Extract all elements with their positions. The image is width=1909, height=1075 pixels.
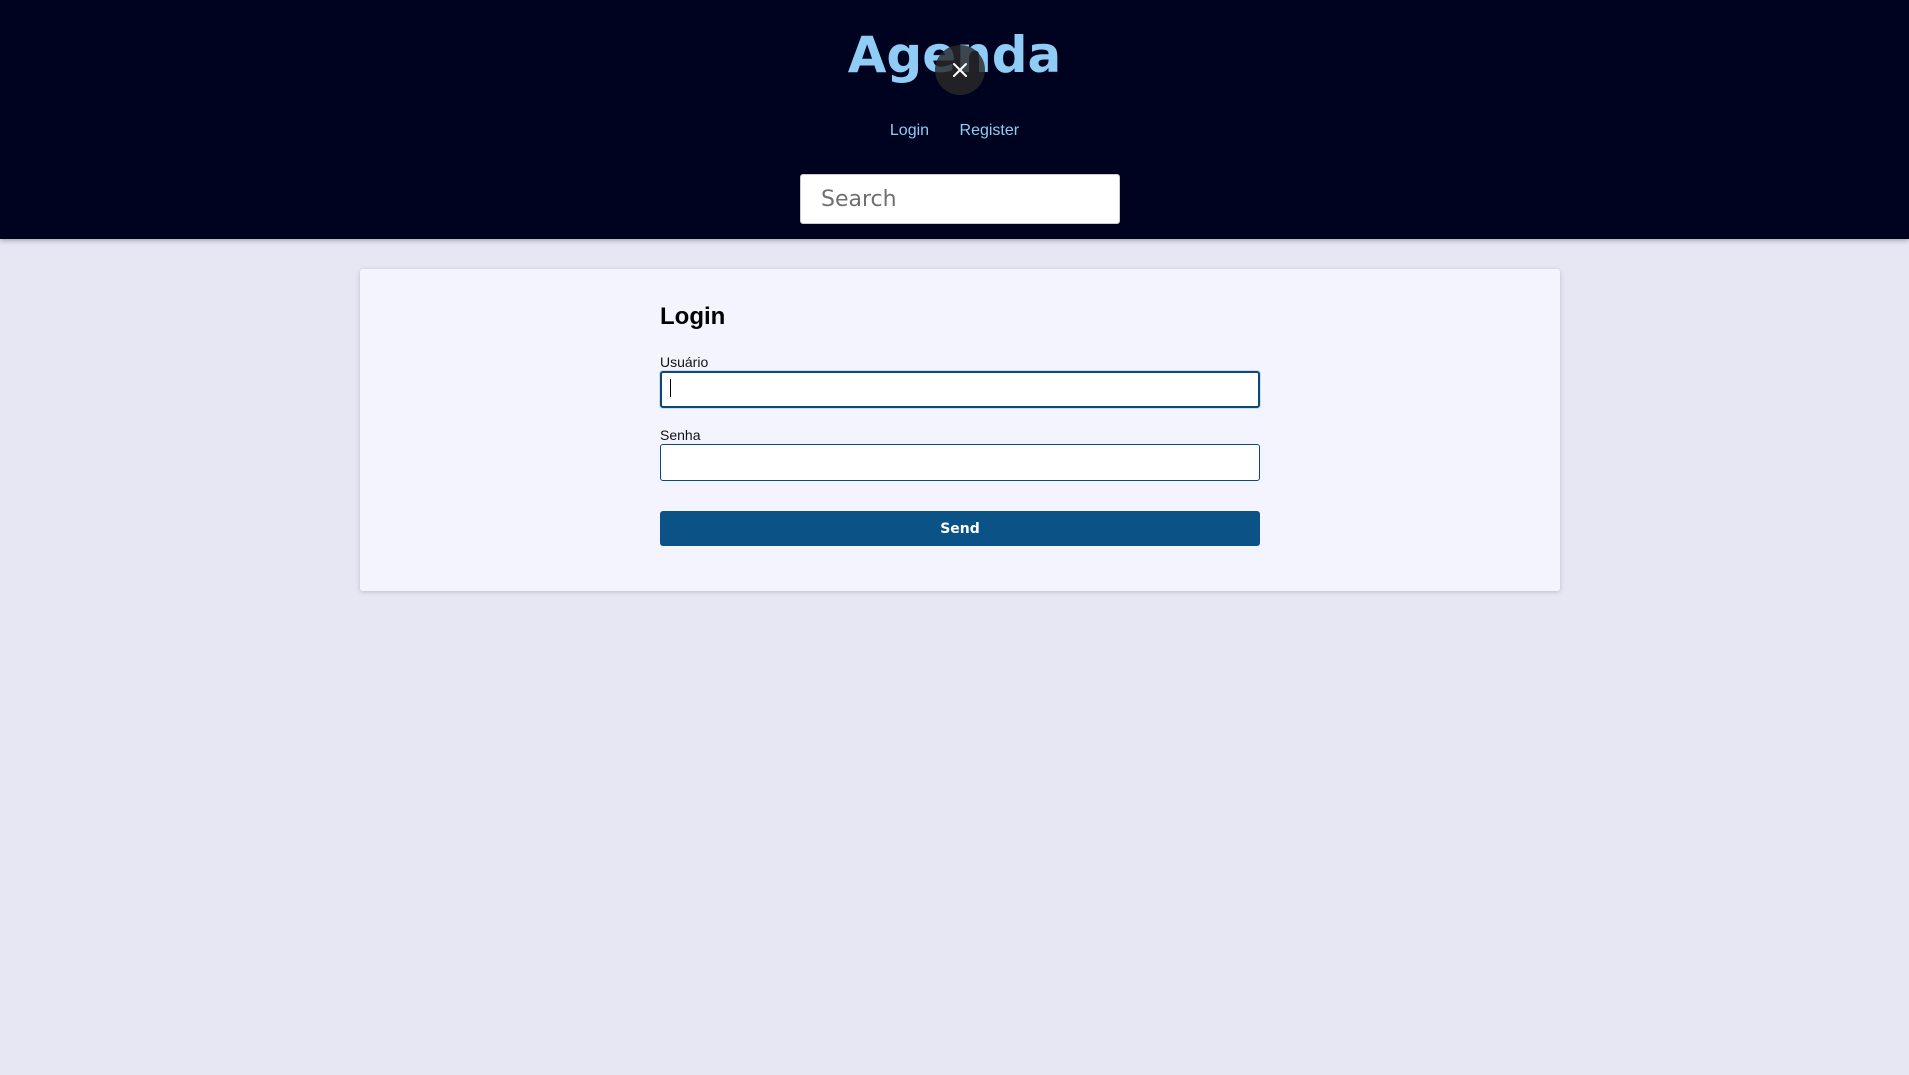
main-nav: Login Register xyxy=(0,119,1909,143)
login-card: Login Usuário Senha Send xyxy=(360,269,1560,591)
password-label: Senha xyxy=(660,427,701,443)
username-field[interactable] xyxy=(660,371,1260,408)
close-icon xyxy=(953,63,967,77)
send-button[interactable]: Send xyxy=(660,511,1260,546)
nav-login-link[interactable]: Login xyxy=(890,122,929,139)
site-header: Agenda Login Register xyxy=(0,0,1909,239)
nav-register-link[interactable]: Register xyxy=(960,122,1020,139)
search-input[interactable] xyxy=(800,174,1120,224)
form-title: Login xyxy=(660,303,726,330)
username-label: Usuário xyxy=(660,354,709,370)
text-caret xyxy=(670,379,671,397)
close-button[interactable] xyxy=(935,45,985,95)
password-field[interactable] xyxy=(660,444,1260,481)
